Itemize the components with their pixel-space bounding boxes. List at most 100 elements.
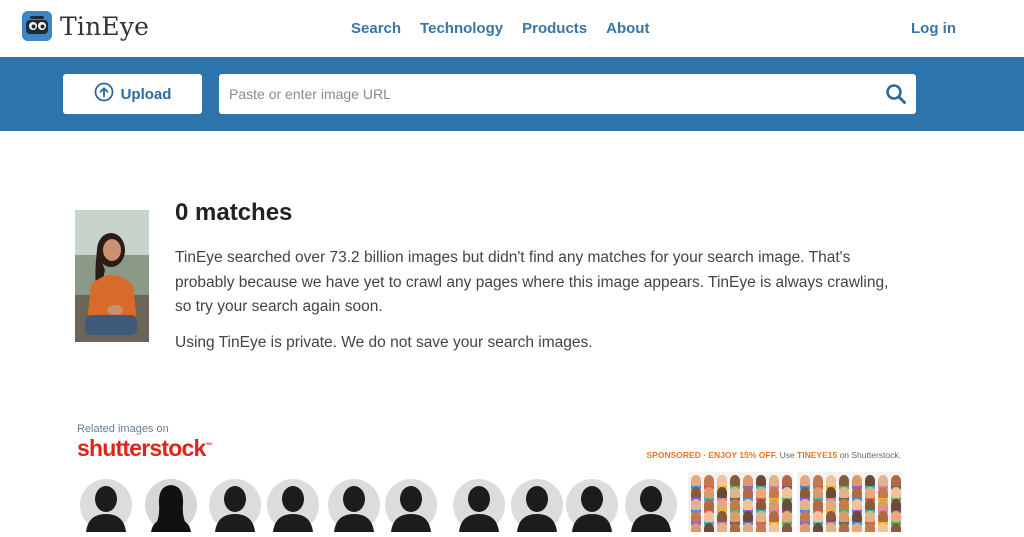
face-illustration xyxy=(891,511,901,522)
face-illustration xyxy=(769,499,779,510)
nav-about-link[interactable]: About xyxy=(606,20,649,37)
face-illustration xyxy=(813,499,823,510)
face-illustration xyxy=(782,487,792,498)
related-image-thumbnail[interactable] xyxy=(145,478,197,532)
face-illustration xyxy=(813,475,823,486)
face-illustration xyxy=(800,487,810,498)
nav-technology-link[interactable]: Technology xyxy=(420,20,503,37)
person-silhouette-icon xyxy=(267,479,319,532)
face-illustration xyxy=(717,475,727,486)
face-illustration xyxy=(813,511,823,522)
face-illustration xyxy=(800,499,810,510)
face-illustration xyxy=(813,523,823,532)
shutterstock-wordmark: shutterstock xyxy=(77,435,206,461)
face-illustration xyxy=(852,523,862,532)
no-match-description: TinEye searched over 73.2 billion images… xyxy=(175,249,889,315)
face-illustration xyxy=(891,475,901,486)
related-image-thumbnail[interactable] xyxy=(797,472,902,532)
face-illustration xyxy=(826,511,836,522)
face-illustration xyxy=(730,475,740,486)
face-illustration xyxy=(852,487,862,498)
face-illustration xyxy=(743,523,753,532)
face-illustration xyxy=(730,499,740,510)
face-illustration xyxy=(691,523,701,532)
shutterstock-logo[interactable]: shutterstock™ xyxy=(77,435,212,462)
face-illustration xyxy=(691,499,701,510)
sponsored-offer-text: SPONSORED · ENJOY 15% OFF. xyxy=(646,450,778,460)
related-image-thumbnail[interactable] xyxy=(209,478,261,532)
related-image-thumbnail[interactable] xyxy=(267,478,319,532)
search-icon[interactable] xyxy=(885,83,907,105)
face-illustration xyxy=(865,475,875,486)
face-illustration xyxy=(839,511,849,522)
face-illustration xyxy=(891,487,901,498)
face-illustration xyxy=(769,475,779,486)
face-illustration xyxy=(743,475,753,486)
trademark-mark: ™ xyxy=(205,442,212,450)
tineye-logo[interactable]: TinEye xyxy=(22,10,149,42)
related-images-label: Related images on xyxy=(77,423,169,435)
face-illustration xyxy=(769,487,779,498)
face-illustration xyxy=(891,499,901,510)
face-illustration xyxy=(704,523,714,532)
upload-button[interactable]: Upload xyxy=(63,74,202,114)
face-illustration xyxy=(782,523,792,532)
face-illustration xyxy=(878,487,888,498)
face-illustration xyxy=(717,523,727,532)
face-illustration xyxy=(826,499,836,510)
face-illustration xyxy=(826,475,836,486)
face-illustration xyxy=(756,487,766,498)
face-illustration xyxy=(756,511,766,522)
sponsored-suffix-text: on Shutterstock. xyxy=(837,450,901,460)
face-illustration xyxy=(878,475,888,486)
face-illustration xyxy=(878,511,888,522)
person-silhouette-icon xyxy=(385,479,437,532)
face-illustration xyxy=(839,487,849,498)
person-silhouette-icon xyxy=(511,479,563,532)
face-illustration xyxy=(730,511,740,522)
sponsored-notice[interactable]: SPONSORED · ENJOY 15% OFF. Use TINEYE15 … xyxy=(647,450,901,460)
nav-products-link[interactable]: Products xyxy=(522,20,587,37)
person-silhouette-icon xyxy=(566,479,618,532)
image-url-input[interactable] xyxy=(227,85,871,103)
related-image-thumbnail[interactable] xyxy=(80,478,132,532)
person-silhouette-icon xyxy=(625,479,677,532)
face-illustration xyxy=(878,523,888,532)
related-image-thumbnail[interactable] xyxy=(511,478,563,532)
face-illustration xyxy=(865,487,875,498)
face-illustration xyxy=(704,511,714,522)
face-illustration xyxy=(891,523,901,532)
face-illustration xyxy=(717,511,727,522)
face-illustration xyxy=(800,511,810,522)
face-illustration xyxy=(691,487,701,498)
face-illustration xyxy=(691,511,701,522)
person-silhouette-icon xyxy=(209,479,261,532)
search-band: Upload xyxy=(0,57,1024,131)
nav-search-link[interactable]: Search xyxy=(351,20,401,37)
face-illustration xyxy=(704,487,714,498)
face-illustration xyxy=(782,475,792,486)
face-illustration xyxy=(852,499,862,510)
promo-code: TINEYE15 xyxy=(797,450,838,460)
related-image-thumbnail[interactable] xyxy=(385,478,437,532)
query-image-thumbnail xyxy=(75,210,149,342)
results-count-heading: 0 matches xyxy=(175,199,293,226)
face-illustration xyxy=(743,511,753,522)
related-image-thumbnail[interactable] xyxy=(453,478,505,532)
login-link[interactable]: Log in xyxy=(911,20,956,37)
face-illustration xyxy=(826,523,836,532)
face-illustration xyxy=(704,499,714,510)
face-illustration xyxy=(839,499,849,510)
face-illustration xyxy=(717,487,727,498)
brand-name: TinEye xyxy=(60,11,150,41)
related-image-thumbnail[interactable] xyxy=(566,478,618,532)
face-illustration xyxy=(743,499,753,510)
face-illustration xyxy=(826,487,836,498)
related-image-thumbnail[interactable] xyxy=(625,478,677,532)
face-illustration xyxy=(800,523,810,532)
face-illustration xyxy=(769,523,779,532)
related-image-thumbnail[interactable] xyxy=(328,478,380,532)
face-illustration xyxy=(782,511,792,522)
related-image-thumbnail[interactable] xyxy=(688,472,793,532)
face-illustration xyxy=(756,475,766,486)
